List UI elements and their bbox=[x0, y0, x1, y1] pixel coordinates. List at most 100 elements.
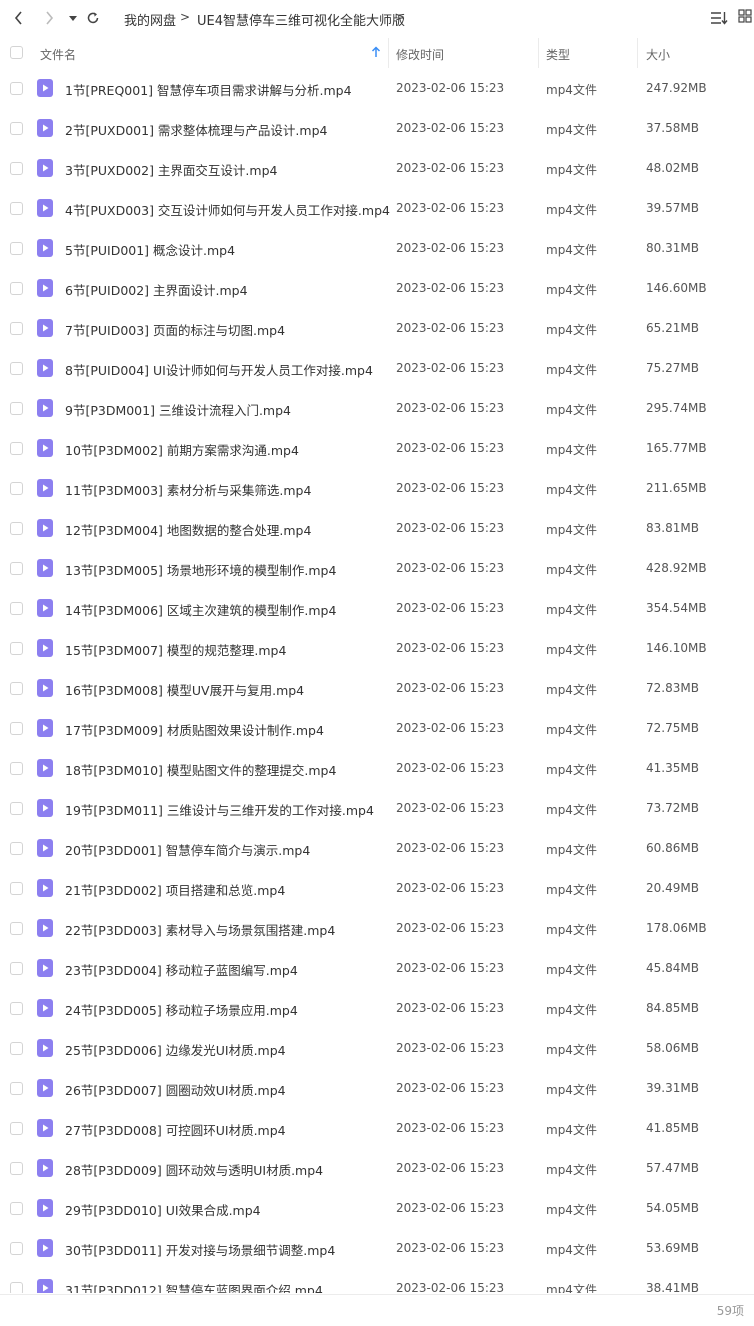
file-name[interactable]: 3节[PUXD002] 主界面交互设计.mp4 bbox=[65, 160, 277, 179]
file-row[interactable]: 14节[P3DM006] 区域主次建筑的模型制作.mp4 2023-02-06 … bbox=[0, 588, 754, 628]
file-row[interactable]: 15节[P3DM007] 模型的规范整理.mp4 2023-02-06 15:2… bbox=[0, 628, 754, 668]
file-row[interactable]: 13节[P3DM005] 场景地形环境的模型制作.mp4 2023-02-06 … bbox=[0, 548, 754, 588]
file-name[interactable]: 12节[P3DM004] 地图数据的整合处理.mp4 bbox=[65, 520, 311, 539]
file-row[interactable]: 3节[PUXD002] 主界面交互设计.mp4 2023-02-06 15:23… bbox=[0, 148, 754, 188]
row-checkbox[interactable] bbox=[10, 802, 23, 815]
row-checkbox[interactable] bbox=[10, 722, 23, 735]
row-checkbox[interactable] bbox=[10, 442, 23, 455]
row-checkbox[interactable] bbox=[10, 1122, 23, 1135]
column-header-modified[interactable]: 修改时间 bbox=[396, 46, 444, 63]
file-name[interactable]: 30节[P3DD011] 开发对接与场景细节调整.mp4 bbox=[65, 1240, 335, 1259]
file-name[interactable]: 24节[P3DD005] 移动粒子场景应用.mp4 bbox=[65, 1000, 298, 1019]
file-row[interactable]: 11节[P3DM003] 素材分析与采集筛选.mp4 2023-02-06 15… bbox=[0, 468, 754, 508]
file-row[interactable]: 28节[P3DD009] 圆环动效与透明UI材质.mp4 2023-02-06 … bbox=[0, 1148, 754, 1188]
file-name[interactable]: 7节[PUID003] 页面的标注与切图.mp4 bbox=[65, 320, 285, 339]
file-name[interactable]: 14节[P3DM006] 区域主次建筑的模型制作.mp4 bbox=[65, 600, 336, 619]
file-row[interactable]: 18节[P3DM010] 模型贴图文件的整理提交.mp4 2023-02-06 … bbox=[0, 748, 754, 788]
row-checkbox[interactable] bbox=[10, 1002, 23, 1015]
file-row[interactable]: 30节[P3DD011] 开发对接与场景细节调整.mp4 2023-02-06 … bbox=[0, 1228, 754, 1268]
file-name[interactable]: 27节[P3DD008] 可控圆环UI材质.mp4 bbox=[65, 1120, 286, 1139]
row-checkbox[interactable] bbox=[10, 1162, 23, 1175]
file-row[interactable]: 6节[PUID002] 主界面设计.mp4 2023-02-06 15:23 m… bbox=[0, 268, 754, 308]
file-name[interactable]: 28节[P3DD009] 圆环动效与透明UI材质.mp4 bbox=[65, 1160, 323, 1179]
row-checkbox[interactable] bbox=[10, 642, 23, 655]
row-checkbox[interactable] bbox=[10, 362, 23, 375]
file-row[interactable]: 9节[P3DM001] 三维设计流程入门.mp4 2023-02-06 15:2… bbox=[0, 388, 754, 428]
row-checkbox[interactable] bbox=[10, 122, 23, 135]
column-header-type[interactable]: 类型 bbox=[546, 46, 570, 63]
file-name[interactable]: 18节[P3DM010] 模型贴图文件的整理提交.mp4 bbox=[65, 760, 336, 779]
file-name[interactable]: 15节[P3DM007] 模型的规范整理.mp4 bbox=[65, 640, 286, 659]
row-checkbox[interactable] bbox=[10, 322, 23, 335]
file-row[interactable]: 4节[PUXD003] 交互设计师如何与开发人员工作对接.mp4 2023-02… bbox=[0, 188, 754, 228]
column-divider[interactable] bbox=[388, 38, 389, 68]
row-checkbox[interactable] bbox=[10, 522, 23, 535]
row-checkbox[interactable] bbox=[10, 1202, 23, 1215]
file-row[interactable]: 22节[P3DD003] 素材导入与场景氛围搭建.mp4 2023-02-06 … bbox=[0, 908, 754, 948]
file-row[interactable]: 27节[P3DD008] 可控圆环UI材质.mp4 2023-02-06 15:… bbox=[0, 1108, 754, 1148]
file-name[interactable]: 26节[P3DD007] 圆圈动效UI材质.mp4 bbox=[65, 1080, 286, 1099]
select-all-checkbox[interactable] bbox=[10, 46, 23, 59]
column-header-name[interactable]: 文件名 bbox=[40, 46, 76, 63]
file-row[interactable]: 8节[PUID004] UI设计师如何与开发人员工作对接.mp4 2023-02… bbox=[0, 348, 754, 388]
file-name[interactable]: 11节[P3DM003] 素材分析与采集筛选.mp4 bbox=[65, 480, 311, 499]
file-name[interactable]: 1节[PREQ001] 智慧停车项目需求讲解与分析.mp4 bbox=[65, 80, 352, 99]
file-row[interactable]: 23节[P3DD004] 移动粒子蓝图编写.mp4 2023-02-06 15:… bbox=[0, 948, 754, 988]
file-row[interactable]: 16节[P3DM008] 模型UV展开与复用.mp4 2023-02-06 15… bbox=[0, 668, 754, 708]
file-name[interactable]: 17节[P3DM009] 材质贴图效果设计制作.mp4 bbox=[65, 720, 324, 739]
file-name[interactable]: 13节[P3DM005] 场景地形环境的模型制作.mp4 bbox=[65, 560, 336, 579]
row-checkbox[interactable] bbox=[10, 242, 23, 255]
file-name[interactable]: 4节[PUXD003] 交互设计师如何与开发人员工作对接.mp4 bbox=[65, 200, 390, 219]
history-caret-down-icon[interactable] bbox=[64, 9, 82, 27]
row-checkbox[interactable] bbox=[10, 282, 23, 295]
file-row[interactable]: 7节[PUID003] 页面的标注与切图.mp4 2023-02-06 15:2… bbox=[0, 308, 754, 348]
row-checkbox[interactable] bbox=[10, 762, 23, 775]
row-checkbox[interactable] bbox=[10, 82, 23, 95]
row-checkbox[interactable] bbox=[10, 602, 23, 615]
breadcrumb-separator[interactable]: > bbox=[395, 10, 405, 24]
file-row[interactable]: 17节[P3DM009] 材质贴图效果设计制作.mp4 2023-02-06 1… bbox=[0, 708, 754, 748]
file-row[interactable]: 5节[PUID001] 概念设计.mp4 2023-02-06 15:23 mp… bbox=[0, 228, 754, 268]
file-name[interactable]: 19节[P3DM011] 三维设计与三维开发的工作对接.mp4 bbox=[65, 800, 374, 819]
file-row[interactable]: 31节[P3DD012] 智慧停车蓝图界面介绍.mp4 2023-02-06 1… bbox=[0, 1268, 754, 1293]
row-checkbox[interactable] bbox=[10, 1082, 23, 1095]
row-checkbox[interactable] bbox=[10, 1242, 23, 1255]
row-checkbox[interactable] bbox=[10, 402, 23, 415]
row-checkbox[interactable] bbox=[10, 162, 23, 175]
file-name[interactable]: 20节[P3DD001] 智慧停车简介与演示.mp4 bbox=[65, 840, 310, 859]
sort-ascending-arrow-icon[interactable] bbox=[371, 46, 381, 58]
file-row[interactable]: 20节[P3DD001] 智慧停车简介与演示.mp4 2023-02-06 15… bbox=[0, 828, 754, 868]
file-name[interactable]: 2节[PUXD001] 需求整体梳理与产品设计.mp4 bbox=[65, 120, 327, 139]
row-checkbox[interactable] bbox=[10, 682, 23, 695]
file-row[interactable]: 26节[P3DD007] 圆圈动效UI材质.mp4 2023-02-06 15:… bbox=[0, 1068, 754, 1108]
sort-list-icon[interactable] bbox=[710, 9, 728, 27]
file-name[interactable]: 25节[P3DD006] 边缘发光UI材质.mp4 bbox=[65, 1040, 286, 1059]
refresh-icon[interactable] bbox=[84, 9, 102, 27]
file-name[interactable]: 22节[P3DD003] 素材导入与场景氛围搭建.mp4 bbox=[65, 920, 335, 939]
file-name[interactable]: 6节[PUID002] 主界面设计.mp4 bbox=[65, 280, 248, 299]
file-row[interactable]: 21节[P3DD002] 项目搭建和总览.mp4 2023-02-06 15:2… bbox=[0, 868, 754, 908]
column-divider[interactable] bbox=[637, 38, 638, 68]
row-checkbox[interactable] bbox=[10, 922, 23, 935]
file-name[interactable]: 8节[PUID004] UI设计师如何与开发人员工作对接.mp4 bbox=[65, 360, 373, 379]
breadcrumb-current-folder[interactable]: UE4智慧停车三维可视化全能大师版 bbox=[197, 10, 405, 29]
file-name[interactable]: 21节[P3DD002] 项目搭建和总览.mp4 bbox=[65, 880, 285, 899]
file-row[interactable]: 2节[PUXD001] 需求整体梳理与产品设计.mp4 2023-02-06 1… bbox=[0, 108, 754, 148]
row-checkbox[interactable] bbox=[10, 842, 23, 855]
row-checkbox[interactable] bbox=[10, 962, 23, 975]
breadcrumb-root[interactable]: 我的网盘 bbox=[124, 10, 176, 29]
file-row[interactable]: 12节[P3DM004] 地图数据的整合处理.mp4 2023-02-06 15… bbox=[0, 508, 754, 548]
row-checkbox[interactable] bbox=[10, 202, 23, 215]
column-header-size[interactable]: 大小 bbox=[646, 46, 670, 63]
file-name[interactable]: 5节[PUID001] 概念设计.mp4 bbox=[65, 240, 235, 259]
grid-view-icon[interactable] bbox=[738, 9, 754, 27]
file-name[interactable]: 9节[P3DM001] 三维设计流程入门.mp4 bbox=[65, 400, 291, 419]
row-checkbox[interactable] bbox=[10, 1282, 23, 1293]
file-name[interactable]: 23节[P3DD004] 移动粒子蓝图编写.mp4 bbox=[65, 960, 298, 979]
file-name[interactable]: 16节[P3DM008] 模型UV展开与复用.mp4 bbox=[65, 680, 304, 699]
row-checkbox[interactable] bbox=[10, 562, 23, 575]
row-checkbox[interactable] bbox=[10, 1042, 23, 1055]
row-checkbox[interactable] bbox=[10, 882, 23, 895]
forward-arrow-icon[interactable] bbox=[40, 9, 58, 27]
file-row[interactable]: 24节[P3DD005] 移动粒子场景应用.mp4 2023-02-06 15:… bbox=[0, 988, 754, 1028]
